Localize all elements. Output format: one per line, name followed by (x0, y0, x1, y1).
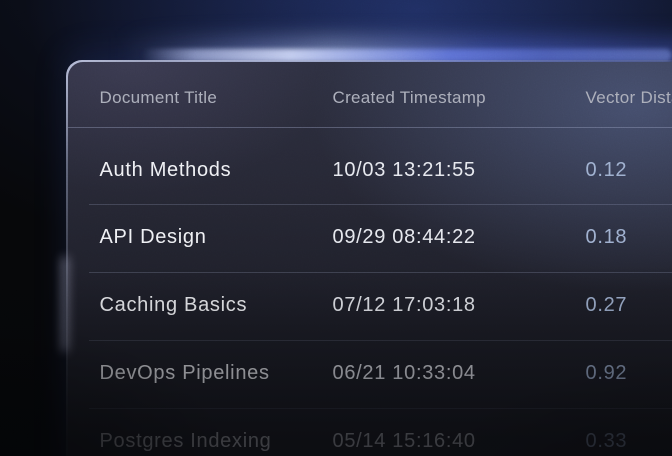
background: Document Title Created Timestamp Vector … (0, 0, 672, 456)
cell-vector-distance: 0.18 (586, 226, 672, 249)
table-row[interactable]: Caching Basics 07/12 17:03:18 0.27 (68, 272, 672, 340)
table-row[interactable]: Postgres Indexing 05/14 15:16:40 0.33 (68, 408, 672, 456)
cell-vector-distance: 0.92 (586, 362, 672, 385)
documents-table: Document Title Created Timestamp Vector … (68, 62, 672, 456)
cell-created-timestamp: 09/29 08:44:22 (333, 226, 586, 249)
cell-document-title: Auth Methods (100, 159, 333, 182)
column-header-vector-distance: Vector Distance (586, 88, 672, 108)
column-header-document-title: Document Title (100, 88, 333, 108)
cell-document-title: Caching Basics (100, 294, 333, 317)
cell-document-title: API Design (100, 226, 333, 249)
table-row[interactable]: DevOps Pipelines 06/21 10:33:04 0.92 (68, 340, 672, 408)
table-row[interactable]: API Design 09/29 08:44:22 0.18 (68, 204, 672, 272)
table-header-row: Document Title Created Timestamp Vector … (68, 62, 672, 128)
cell-document-title: Postgres Indexing (100, 430, 333, 453)
cell-created-timestamp: 06/21 10:33:04 (333, 362, 586, 385)
cell-document-title: DevOps Pipelines (100, 362, 333, 385)
documents-table-panel: Document Title Created Timestamp Vector … (66, 60, 672, 456)
cell-created-timestamp: 10/03 13:21:55 (333, 159, 586, 182)
cell-vector-distance: 0.27 (586, 294, 672, 317)
table-row[interactable]: Auth Methods 10/03 13:21:55 0.12 (68, 128, 672, 204)
cell-created-timestamp: 07/12 17:03:18 (333, 294, 586, 317)
table-body: Auth Methods 10/03 13:21:55 0.12 API Des… (68, 128, 672, 456)
cell-vector-distance: 0.12 (586, 159, 672, 182)
cell-vector-distance: 0.33 (586, 430, 672, 453)
column-header-created-timestamp: Created Timestamp (333, 88, 586, 108)
cell-created-timestamp: 05/14 15:16:40 (333, 430, 586, 453)
